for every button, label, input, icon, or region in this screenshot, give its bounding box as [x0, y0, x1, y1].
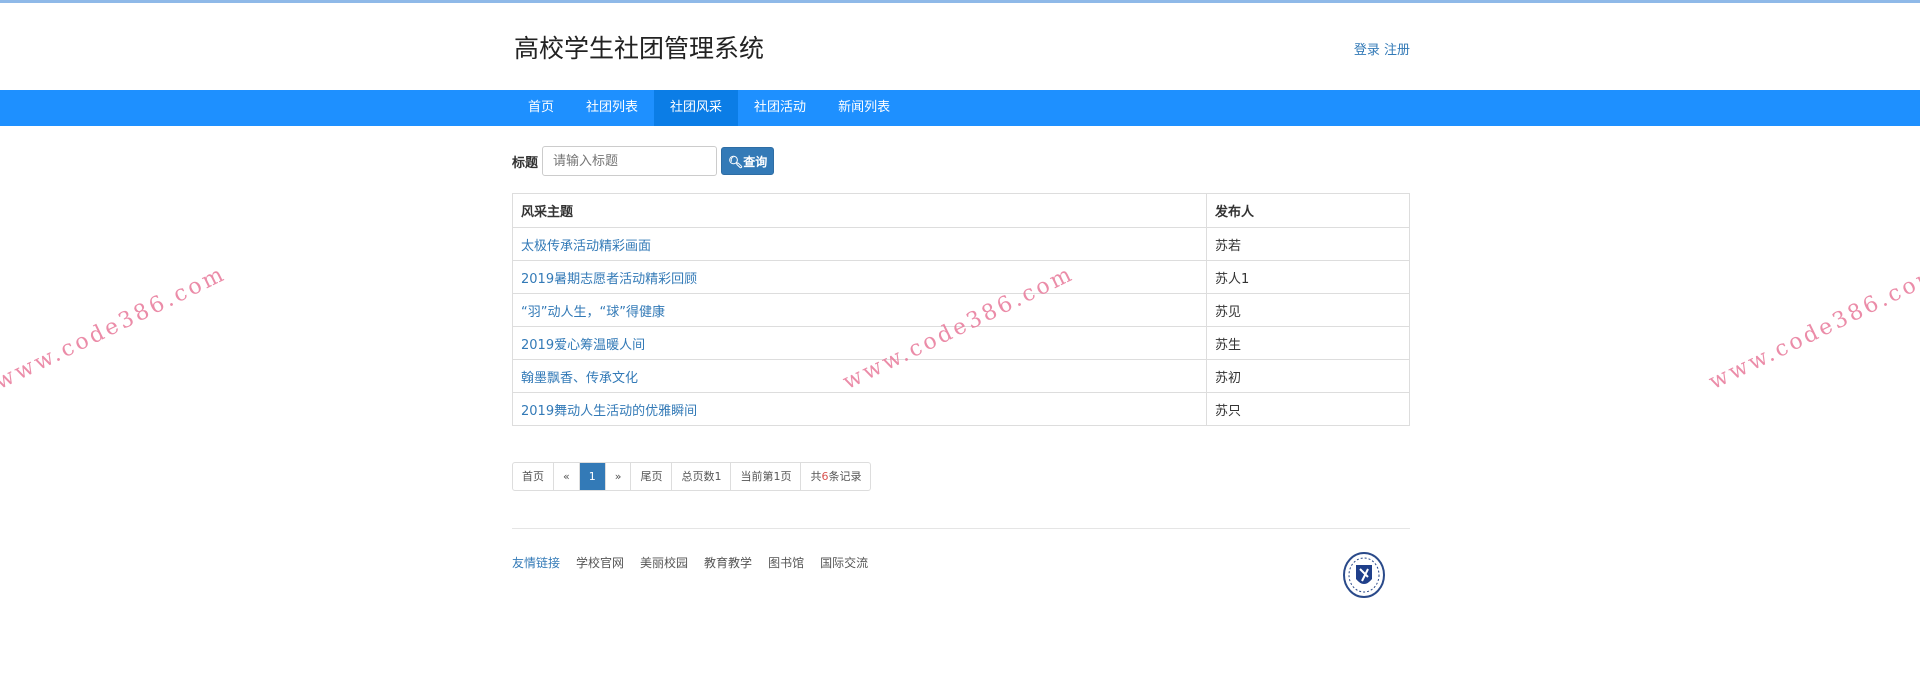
- divider: [512, 528, 1410, 529]
- pager-total-pages: 总页数1: [671, 463, 730, 490]
- main-content: 标题 🔍︎查询 风采主题 发布人 太极传承活动精彩画面苏若2019暑期志愿者活动…: [512, 146, 1410, 598]
- friend-links-label: 友情链接: [512, 556, 561, 570]
- search-icon: 🔍︎: [728, 154, 744, 169]
- nav-club-activities[interactable]: 社团活动: [738, 90, 822, 126]
- school-emblem-logo: [1343, 552, 1385, 598]
- topic-link[interactable]: “羽”动人生，“球”得健康: [521, 305, 665, 320]
- records-prefix: 共: [810, 470, 822, 483]
- table-row: 翰墨飘香、传承文化 苏初: [512, 359, 1410, 393]
- showcase-table: 风采主题 发布人 太极传承活动精彩画面 苏若 2019暑期志愿者活动精彩回顾 苏人1 “…: [512, 193, 1410, 426]
- footer-link-campus[interactable]: 美丽校园: [640, 554, 688, 571]
- nav-news-list[interactable]: 新闻列表: [822, 90, 906, 126]
- main-nav: 首页 社团列表 社团风采 社团活动 新闻列表: [0, 90, 1920, 126]
- records-suffix: 条记录: [828, 470, 862, 483]
- footer-link-school-site[interactable]: 学校官网: [576, 554, 624, 571]
- publisher-cell: 苏人1: [1206, 260, 1410, 294]
- pager-first[interactable]: 首页: [513, 463, 553, 490]
- pager-last[interactable]: 尾页: [630, 463, 671, 490]
- header-topic: 风采主题: [512, 193, 1207, 228]
- topic-cell: 2019舞动人生活动的优雅瞬间: [512, 392, 1207, 426]
- footer-link-library[interactable]: 图书馆: [768, 554, 804, 571]
- footer-link-international[interactable]: 国际交流: [820, 554, 868, 571]
- watermark: www.code386.com: [0, 261, 231, 395]
- publisher-cell: 苏只: [1206, 392, 1410, 426]
- title-search-input[interactable]: [542, 146, 718, 176]
- search-form: 标题 🔍︎查询: [512, 146, 1410, 176]
- watermark: www.code386.com: [1705, 261, 1920, 395]
- table-row: 2019暑期志愿者活动精彩回顾 苏人1: [512, 260, 1410, 294]
- nav-home[interactable]: 首页: [512, 90, 570, 126]
- pager-page-1[interactable]: 1: [578, 463, 605, 490]
- search-label: 标题: [512, 155, 539, 171]
- table-row: 2019舞动人生活动的优雅瞬间 苏只: [512, 392, 1410, 426]
- topic-cell: “羽”动人生，“球”得健康: [512, 293, 1207, 327]
- register-link[interactable]: 注册: [1384, 43, 1410, 58]
- footer-links: 友情链接 学校官网 美丽校园 教育教学 图书馆 国际交流: [512, 552, 1410, 598]
- header: 高校学生社团管理系统 登录 注册: [512, 3, 1410, 90]
- topic-link[interactable]: 2019爱心筹温暖人间: [521, 338, 645, 353]
- search-button-label: 查询: [743, 154, 768, 169]
- nav-club-list[interactable]: 社团列表: [570, 90, 654, 126]
- footer-link-education[interactable]: 教育教学: [704, 554, 752, 571]
- publisher-cell: 苏若: [1206, 227, 1410, 261]
- pager-current-page: 当前第1页: [730, 463, 800, 490]
- table-row: 太极传承活动精彩画面 苏若: [512, 227, 1410, 261]
- topic-link[interactable]: 太极传承活动精彩画面: [521, 239, 651, 254]
- topic-link[interactable]: 翰墨飘香、传承文化: [521, 371, 638, 386]
- header-publisher: 发布人: [1206, 193, 1410, 228]
- pager-next[interactable]: »: [604, 463, 631, 490]
- topic-cell: 2019暑期志愿者活动精彩回顾: [512, 260, 1207, 294]
- search-button[interactable]: 🔍︎查询: [721, 147, 775, 175]
- login-link[interactable]: 登录: [1354, 43, 1380, 58]
- publisher-cell: 苏初: [1206, 359, 1410, 393]
- pager-prev[interactable]: «: [553, 463, 579, 490]
- topic-cell: 2019爱心筹温暖人间: [512, 326, 1207, 360]
- pager-record-count: 共6条记录: [800, 463, 870, 490]
- publisher-cell: 苏见: [1206, 293, 1410, 327]
- table-header-row: 风采主题 发布人: [512, 193, 1410, 228]
- topic-link[interactable]: 2019暑期志愿者活动精彩回顾: [521, 272, 697, 287]
- publisher-cell: 苏生: [1206, 326, 1410, 360]
- auth-links: 登录 注册: [1354, 39, 1410, 58]
- site-title: 高校学生社团管理系统: [514, 34, 765, 63]
- topic-link[interactable]: 2019舞动人生活动的优雅瞬间: [521, 404, 697, 419]
- nav-club-showcase[interactable]: 社团风采: [654, 90, 739, 126]
- topic-cell: 太极传承活动精彩画面: [512, 227, 1207, 261]
- pagination: 首页 « 1 » 尾页 总页数1 当前第1页 共6条记录: [512, 462, 872, 491]
